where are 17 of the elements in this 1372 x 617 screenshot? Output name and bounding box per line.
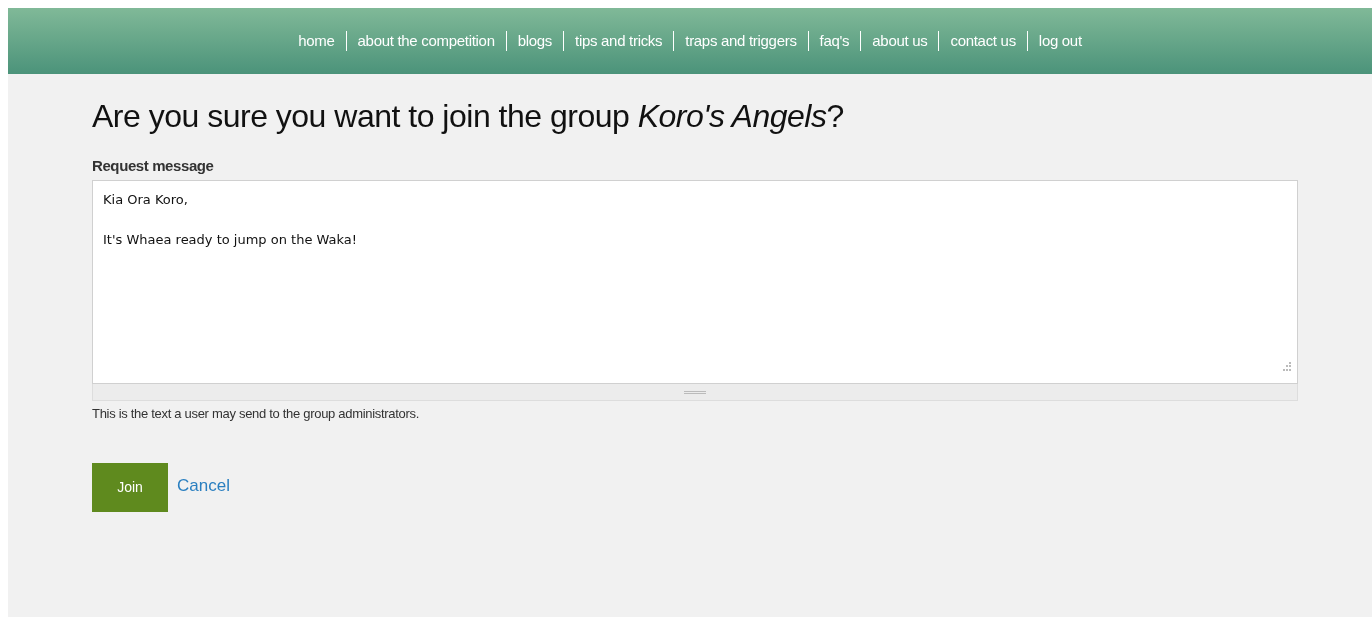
field-label: Request message — [92, 156, 214, 176]
join-button[interactable]: Join — [92, 463, 168, 512]
nav-link[interactable]: about us — [872, 29, 928, 53]
nav-link[interactable]: about the competition — [357, 29, 495, 53]
nav-link[interactable]: contact us — [950, 29, 1016, 53]
nav-link[interactable]: blogs — [517, 29, 553, 53]
nav-link[interactable]: traps and triggers — [685, 29, 797, 53]
nav-link[interactable]: home — [298, 29, 335, 53]
nav-link[interactable]: log out — [1038, 29, 1082, 53]
resize-grip-icon[interactable] — [1282, 362, 1291, 371]
cancel-link[interactable]: Cancel — [177, 472, 230, 499]
nav-link[interactable]: faq's — [819, 29, 850, 53]
nav-link[interactable]: tips and tricks — [575, 29, 663, 53]
message-field[interactable]: Kia Ora Koro, It's Whaea ready to jump on the Waka! — [93, 181, 1297, 383]
page-heading: Are you sure you want to join the group Koro's Angels? — [92, 97, 845, 136]
resize-handle-bar[interactable] — [92, 384, 1298, 401]
field-description: This is the text a user may send to the group administrators. — [92, 405, 420, 423]
